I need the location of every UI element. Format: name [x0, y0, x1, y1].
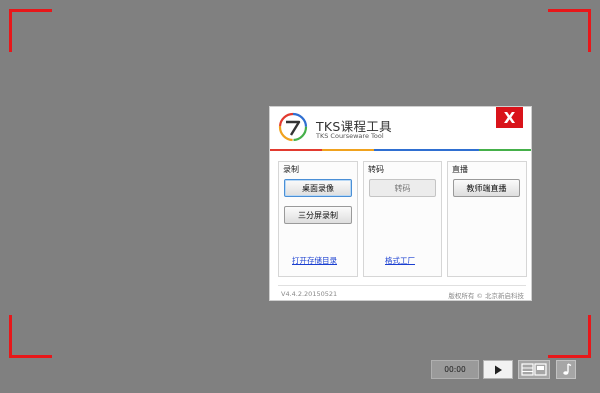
record-panel: 录制 桌面录像 三分屏录制 打开存储目录 [278, 161, 358, 277]
play-button[interactable] [483, 360, 513, 379]
time-display: 00:00 [431, 360, 479, 379]
version-text: V4.4.2.20150521 [281, 290, 338, 298]
desktop-record-button[interactable]: 桌面录像 [284, 179, 352, 197]
tks-logo-icon [278, 112, 308, 142]
window-footer: V4.4.2.20150521 版权所有 © 北京新启科技 [278, 285, 526, 300]
screen-layout-button[interactable] [518, 360, 550, 379]
tks-tool-window: TKS课程工具 TKS Courseware Tool X 录制 桌面录像 三分… [269, 106, 532, 301]
layout-icon [521, 363, 547, 376]
open-storage-folder-link[interactable]: 打开存储目录 [292, 255, 337, 266]
music-icon [563, 363, 572, 375]
frame-corner-bottom-right [548, 315, 591, 358]
transcode-section-title: 转码 [368, 165, 384, 174]
close-button[interactable]: X [496, 107, 523, 128]
frame-corner-top-left [9, 9, 52, 52]
color-stripe [270, 149, 532, 151]
transcode-panel: 转码 转码 格式工厂 [363, 161, 442, 277]
record-section-title: 录制 [283, 165, 299, 174]
copyright-text: 版权所有 © 北京新启科技 [448, 292, 524, 300]
format-factory-link[interactable]: 格式工厂 [385, 255, 415, 266]
live-section-title: 直播 [452, 165, 468, 174]
frame-corner-top-right [548, 9, 591, 52]
triple-screen-record-button[interactable]: 三分屏录制 [284, 206, 352, 224]
teacher-live-button[interactable]: 教师端直播 [453, 179, 520, 197]
transcode-button[interactable]: 转码 [369, 179, 436, 197]
app-subtitle: TKS Courseware Tool [316, 132, 384, 140]
music-button[interactable] [556, 360, 576, 379]
live-panel: 直播 教师端直播 [447, 161, 527, 277]
play-icon [495, 365, 502, 374]
frame-corner-bottom-left [9, 315, 52, 358]
window-header[interactable]: TKS课程工具 TKS Courseware Tool X [270, 107, 532, 151]
